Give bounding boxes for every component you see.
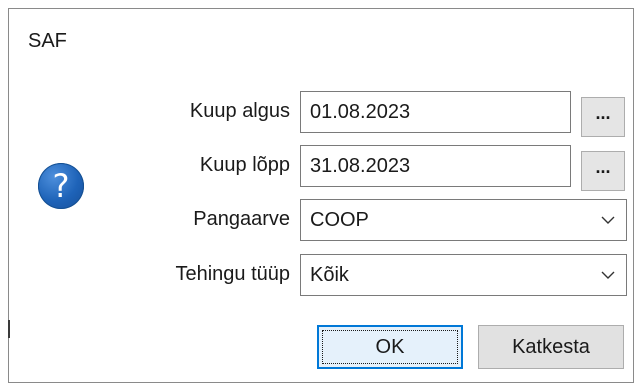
period-start-picker-button[interactable]: ... xyxy=(581,97,625,137)
period-end-label: Kuup lõpp xyxy=(199,154,290,176)
chevron-down-icon xyxy=(601,216,615,224)
transaction-type-label: Tehingu tüüp xyxy=(175,263,290,285)
period-start-label: Kuup algus xyxy=(189,100,290,122)
period-end-input[interactable]: 31.08.2023 xyxy=(300,145,571,187)
bank-account-label: Pangaarve xyxy=(193,208,290,230)
transaction-type-value: Kõik xyxy=(310,264,349,286)
ok-button[interactable]: OK xyxy=(317,325,463,369)
chevron-down-icon xyxy=(601,271,615,279)
period-end-picker-button[interactable]: ... xyxy=(581,151,625,191)
bank-account-value: COOP xyxy=(310,209,369,231)
transaction-type-select[interactable]: Kõik xyxy=(300,254,627,296)
period-start-input[interactable]: 01.08.2023 xyxy=(300,91,571,133)
cancel-button[interactable]: Katkesta xyxy=(478,325,624,369)
window-edge-fragment xyxy=(8,320,10,338)
focus-rectangle xyxy=(322,330,458,364)
dialog-title: SAF xyxy=(28,30,67,52)
bank-account-select[interactable]: COOP xyxy=(300,199,627,241)
